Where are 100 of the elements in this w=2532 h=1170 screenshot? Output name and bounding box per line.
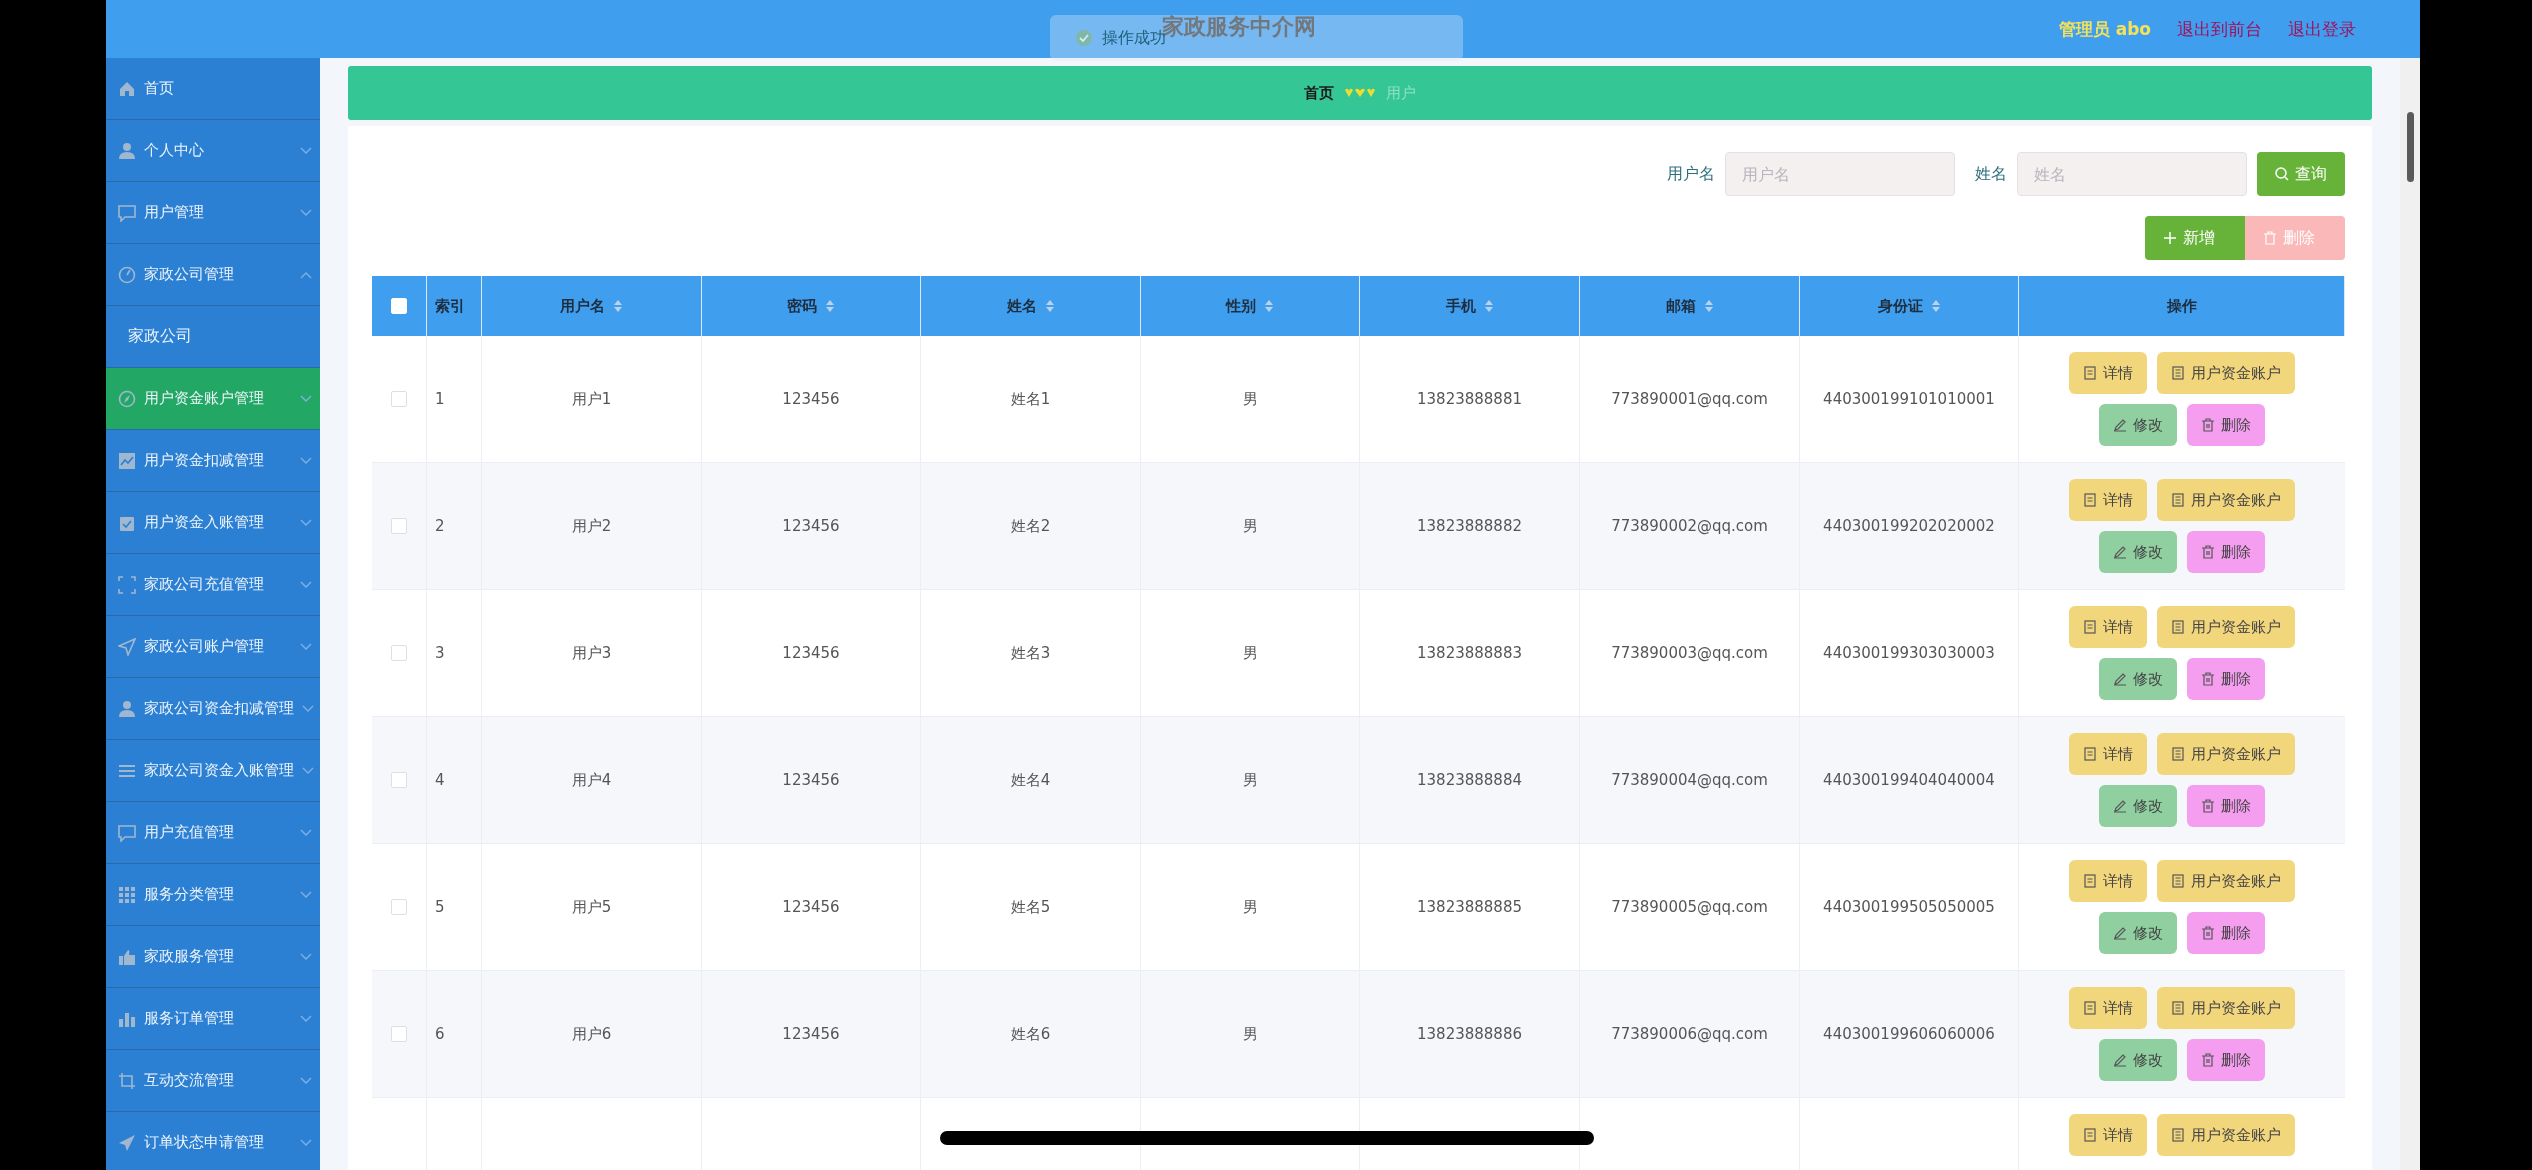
table-cell: 440300199101010001 [1823,390,1995,408]
detail-button[interactable]: 详情 [2069,733,2147,775]
table-cell: 5 [435,898,445,916]
header-link[interactable]: 退出登录 [2288,17,2356,41]
column-header: 手机 [1445,296,1476,316]
breadcrumb-item[interactable]: 首页 [1304,83,1334,103]
delete-button[interactable]: 删除 [2187,658,2265,700]
detail-button[interactable]: 详情 [2069,479,2147,521]
delete-button[interactable]: 删除 [2187,531,2265,573]
search-field[interactable]: 姓名 [2017,152,2247,196]
detail-button[interactable]: 详情 [2069,1114,2147,1156]
sort-icon[interactable] [613,299,623,313]
column-header: 操作 [2166,296,2197,316]
detail-button[interactable]: 详情 [2069,352,2147,394]
table-cell: 773890004@qq.com [1611,771,1768,789]
document-icon [2171,366,2185,380]
table-cell: 用户2 [571,516,612,536]
sort-icon[interactable] [825,299,835,313]
field-label: 用户名 [1667,163,1715,185]
table-cell: 440300199606060006 [1823,1025,1995,1043]
table-cell: 13823888883 [1417,644,1522,662]
sort-icon[interactable] [1930,299,1941,313]
trash-icon [2201,926,2215,940]
table-cell: 123456 [782,517,840,535]
pencil-icon [2113,545,2127,559]
table-cell: 姓名6 [1010,1024,1051,1044]
table-cell: 13823888886 [1417,1025,1522,1043]
row-checkbox[interactable] [391,518,407,534]
account-button[interactable]: 用户资金账户 [2157,733,2295,775]
account-button[interactable]: 用户资金账户 [2157,1114,2295,1156]
delete-button[interactable]: 删除 [2187,785,2265,827]
table-cell: 男 [1242,516,1258,536]
search-field[interactable]: 用户名 [1725,152,1955,196]
chat-icon [118,823,136,842]
account-button[interactable]: 用户资金账户 [2157,479,2295,521]
chevron-icon [300,1076,312,1085]
table-cell: 男 [1242,1024,1258,1044]
user-icon [118,699,136,718]
select-all-checkbox[interactable] [391,298,407,314]
delete-button[interactable]: 删除 [2187,404,2265,446]
edit-button[interactable]: 修改 [2099,404,2177,446]
table-cell: 姓名4 [1010,770,1051,790]
edit-button[interactable]: 修改 [2099,658,2177,700]
table-cell: 123456 [782,898,840,916]
table-cell: 440300199404040004 [1823,771,1995,789]
crop-icon [118,1071,136,1090]
scrollbar[interactable] [2400,58,2420,1170]
table-cell: 440300199505050005 [1823,898,1995,916]
column-header: 身份证 [1877,296,1923,316]
trash-icon [2201,672,2215,686]
table-cell: 6 [435,1025,445,1043]
table-cell: 13823888882 [1417,517,1522,535]
chevron-icon [300,1138,312,1147]
sort-icon[interactable] [1703,299,1714,313]
plus-icon [2163,231,2177,245]
pencil-icon [2113,418,2127,432]
table-cell: 773890001@qq.com [1611,390,1768,408]
detail-button[interactable]: 详情 [2069,860,2147,902]
edit-button[interactable]: 修改 [2099,531,2177,573]
pencil-icon [2113,672,2127,686]
column-header: 邮箱 [1665,296,1696,316]
detail-button[interactable]: 详情 [2069,987,2147,1029]
delete-button[interactable]: 删除 [2187,1039,2265,1081]
compass-icon [118,389,136,408]
row-checkbox[interactable] [391,772,407,788]
account-button[interactable]: 用户资金账户 [2157,987,2295,1029]
frame-icon [118,575,136,594]
sort-icon[interactable] [1483,299,1494,313]
detail-button[interactable]: 详情 [2069,606,2147,648]
table-cell: 123456 [782,1025,840,1043]
table-cell: 男 [1242,770,1258,790]
sidebar-item[interactable]: 用户资金账户管理 [106,368,320,430]
header-link[interactable]: 退出到前台 [2177,17,2262,41]
document-icon [2083,1001,2097,1015]
row-checkbox[interactable] [391,1026,407,1042]
table-cell: 2 [435,517,445,535]
table-cell: 3 [435,644,445,662]
edit-button[interactable]: 修改 [2099,912,2177,954]
chevron-icon [300,952,312,961]
table-cell: 姓名3 [1010,643,1051,663]
account-button[interactable]: 用户资金账户 [2157,860,2295,902]
table-cell: 13823888885 [1417,898,1522,916]
table-cell: 男 [1242,897,1258,917]
table-cell: 13823888881 [1417,390,1522,408]
sort-icon[interactable] [1264,299,1274,313]
document-icon [2171,620,2185,634]
row-checkbox[interactable] [391,899,407,915]
account-button[interactable]: 用户资金账户 [2157,606,2295,648]
table-cell: 用户1 [571,389,612,409]
table-cell: 440300199303030003 [1823,644,1995,662]
pencil-icon [2113,926,2127,940]
edit-button[interactable]: 修改 [2099,785,2177,827]
row-checkbox[interactable] [391,645,407,661]
search-icon [2275,167,2289,181]
delete-button[interactable]: 删除 [2187,912,2265,954]
sort-icon[interactable] [1044,299,1055,313]
edit-button[interactable]: 修改 [2099,1039,2177,1081]
column-header: 索引 [435,296,465,316]
account-button[interactable]: 用户资金账户 [2157,352,2295,394]
row-checkbox[interactable] [391,391,407,407]
